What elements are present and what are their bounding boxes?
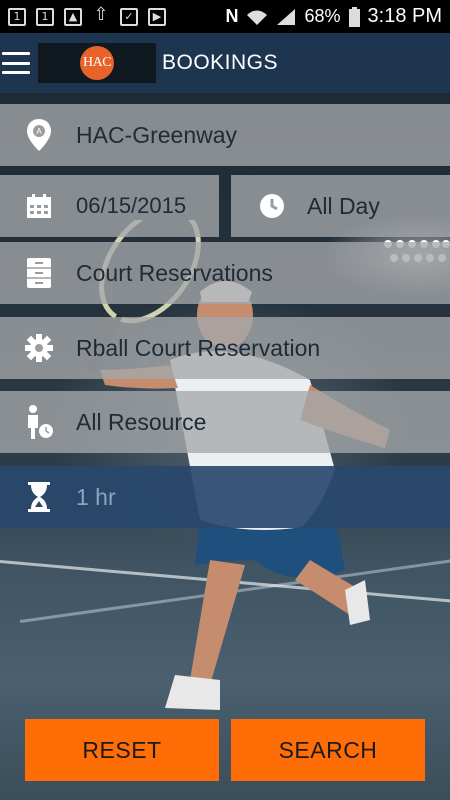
hourglass-icon <box>22 481 56 513</box>
upload-icon: ⇧ <box>93 3 109 25</box>
battery-percent: 68% <box>304 6 341 26</box>
clipboard-check-icon: ✓ <box>120 7 138 26</box>
notification-icons: 1 1 ▲ ⇧ ✓ ▶ <box>8 3 166 26</box>
battery-icon <box>348 6 360 27</box>
app-logo: HAC <box>38 43 156 83</box>
image-icon: ▲ <box>64 7 82 26</box>
location-selector[interactable]: A HAC-Greenway <box>0 104 450 166</box>
signal-icon <box>277 8 296 25</box>
date-picker[interactable]: 06/15/2015 <box>0 175 219 237</box>
date-value: 06/15/2015 <box>76 193 187 218</box>
status-bar: 1 1 ▲ ⇧ ✓ ▶ N 68% 3:18 PM <box>0 0 450 33</box>
page-title: BOOKINGS <box>162 51 279 74</box>
resource-selector[interactable]: All Resource <box>0 391 450 453</box>
time-value: All Day <box>307 192 380 219</box>
reservation-type-value: Rball Court Reservation <box>76 334 321 361</box>
location-pin-icon: A <box>22 118 56 152</box>
svg-text:A: A <box>36 127 42 136</box>
resource-value: All Resource <box>76 408 207 435</box>
calendar-1-icon: 1 <box>36 7 54 26</box>
time-picker[interactable]: All Day <box>231 175 450 237</box>
calendar-icon <box>22 192 56 220</box>
app-bar: HAC BOOKINGS <box>0 33 450 93</box>
category-selector[interactable]: Court Reservations <box>0 242 450 304</box>
category-value: Court Reservations <box>76 259 273 286</box>
location-label: HAC-Greenway <box>76 121 238 148</box>
clock: 3:18 PM <box>367 5 442 27</box>
person-clock-icon <box>22 404 56 440</box>
menu-icon[interactable] <box>2 52 30 74</box>
calendar-1-icon: 1 <box>8 7 26 26</box>
clock-icon <box>255 192 289 220</box>
duration-selector[interactable]: 1 hr <box>0 466 450 528</box>
search-button[interactable]: SEARCH <box>231 719 425 781</box>
duration-value: 1 hr <box>76 483 116 510</box>
filing-cabinet-icon <box>22 257 56 289</box>
wifi-icon <box>247 10 268 25</box>
hac-logo: HAC <box>80 46 114 80</box>
reservation-type-selector[interactable]: Rball Court Reservation <box>0 317 450 379</box>
reset-button[interactable]: RESET <box>25 719 219 781</box>
play-icon: ▶ <box>148 7 166 26</box>
nfc-icon: N <box>225 6 239 26</box>
gear-icon <box>22 333 56 363</box>
